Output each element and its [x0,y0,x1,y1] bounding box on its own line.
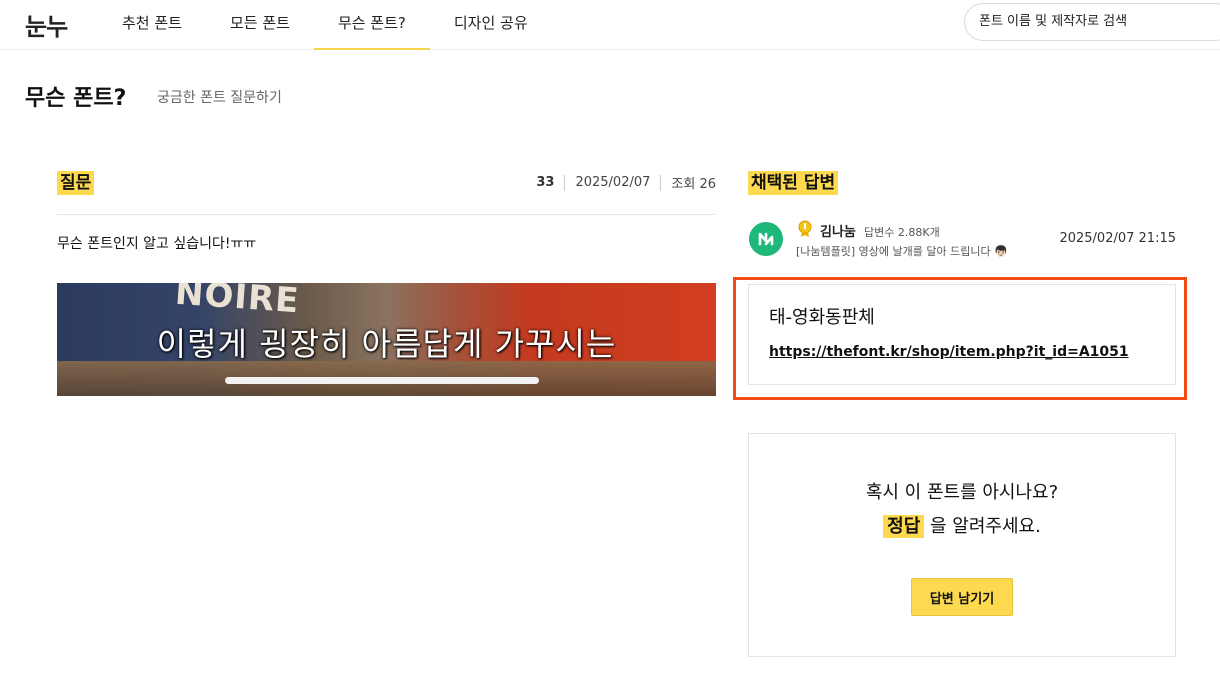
nav-all-fonts[interactable]: 모든 폰트 [206,0,314,50]
page-subtitle: 궁금한 폰트 질문하기 [157,90,282,106]
image-caption: 이렇게 굉장히 아름답게 가꾸시는 [156,325,617,363]
leave-answer-button[interactable]: 답변 남기기 [911,578,1013,616]
prompt-question: 혹시 이 폰트를 아시나요? [865,482,1059,503]
question-text: 무슨 폰트인지 알고 싶습니다!ㅠㅠ [57,236,257,252]
answer-prompt-box: 혹시 이 폰트를 아시나요? 정답 을 알려주세요. 답변 남기기 [748,433,1176,657]
question-date: 2025/02/07 [575,175,651,190]
nav-recommended-fonts[interactable]: 추천 폰트 [98,0,206,50]
nav-what-font[interactable]: 무슨 폰트? [313,0,430,50]
user-name[interactable]: 김나눔 [820,225,856,240]
user-avatar[interactable] [749,222,783,256]
top-header: 눈누 추천 폰트 모든 폰트 무슨 폰트? 디자인 공유 폰트 이름 및 제작자… [0,0,1220,50]
highlight-frame [733,277,1187,400]
user-avatar-icon [758,232,774,246]
image-subtitle-bar [225,377,539,384]
page-title: 무슨 폰트? [25,86,127,111]
nav-design-share[interactable]: 디자인 공유 [430,0,552,50]
answer-heading: 채택된 답변 [748,168,839,195]
medal-icon [798,220,812,237]
user-bio: [나눔템플릿] 영상에 날개를 달아 드립니다 👦🏻 [796,245,1008,258]
question-meta: 33 2025/02/07 조회 26 [536,173,716,192]
search-input[interactable]: 폰트 이름 및 제작자로 검색 [964,3,1220,41]
answer-date: 2025/02/07 21:15 [1059,231,1176,246]
user-stats: 답변수 2.88K개 [864,226,940,239]
meta-divider [660,174,662,191]
question-views: 조회 26 [671,177,716,192]
question-heading: 질문 [57,168,95,195]
question-image[interactable]: NOIRE 이렇게 굉장히 아름답게 가꾸시는 [57,283,716,396]
question-divider [57,214,716,215]
meta-divider [564,174,566,191]
prompt-answer-highlight: 정답 [883,515,925,538]
question-label: 질문 [57,171,95,195]
answer-label: 채택된 답변 [748,171,839,195]
prompt-answer-line: 정답 을 알려주세요. [749,512,1175,538]
question-count: 33 [536,175,555,190]
answer-user: 김나눔 답변수 2.88K개 [820,221,940,240]
main-nav: 추천 폰트 모든 폰트 무슨 폰트? 디자인 공유 [98,0,552,50]
image-sign-text: NOIRE [173,283,301,322]
site-logo[interactable]: 눈누 [25,7,68,42]
prompt-answer-rest: 을 알려주세요. [930,516,1041,537]
